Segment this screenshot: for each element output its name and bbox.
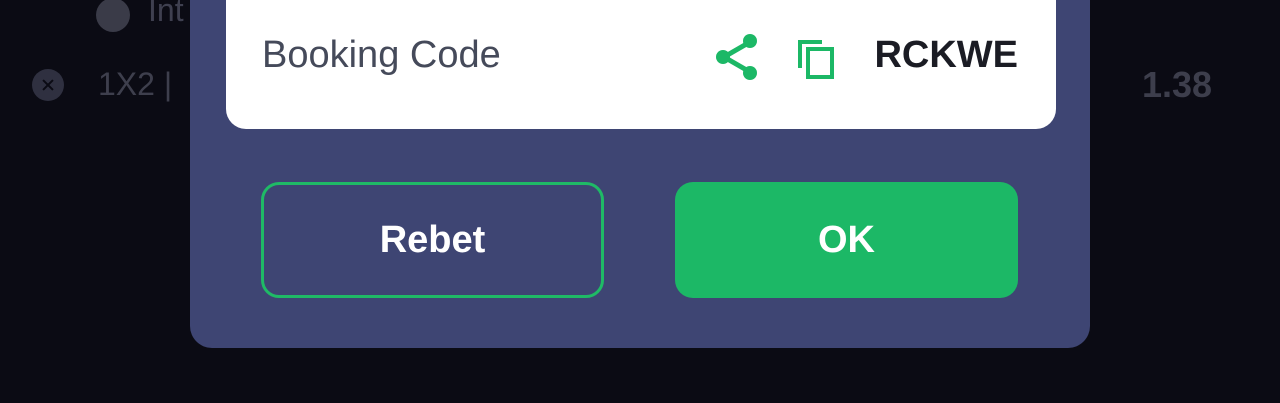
booking-code-value: RCKWE — [874, 34, 1018, 76]
booking-code-dialog: Booking Code RCKWE Rebet OK — [190, 0, 1090, 348]
remove-selection-icon — [32, 68, 64, 101]
background-selection-row: 1X2 | — [32, 66, 172, 103]
background-odds: 1.38 — [1142, 64, 1213, 105]
soccer-ball-icon — [96, 0, 130, 32]
booking-code-card: Booking Code RCKWE — [226, 0, 1056, 129]
share-icon[interactable] — [714, 32, 760, 82]
booking-code-label: Booking Code — [262, 34, 501, 76]
background-league-row: Int — [96, 0, 184, 32]
background-league-text: Int — [148, 0, 184, 28]
rebet-button[interactable]: Rebet — [261, 182, 604, 298]
ok-button[interactable]: OK — [675, 182, 1018, 298]
background-market-text: 1X2 | — [98, 66, 173, 102]
rebet-button-label: Rebet — [379, 218, 486, 261]
ok-button-label: OK — [818, 218, 875, 261]
copy-icon[interactable] — [796, 38, 836, 80]
